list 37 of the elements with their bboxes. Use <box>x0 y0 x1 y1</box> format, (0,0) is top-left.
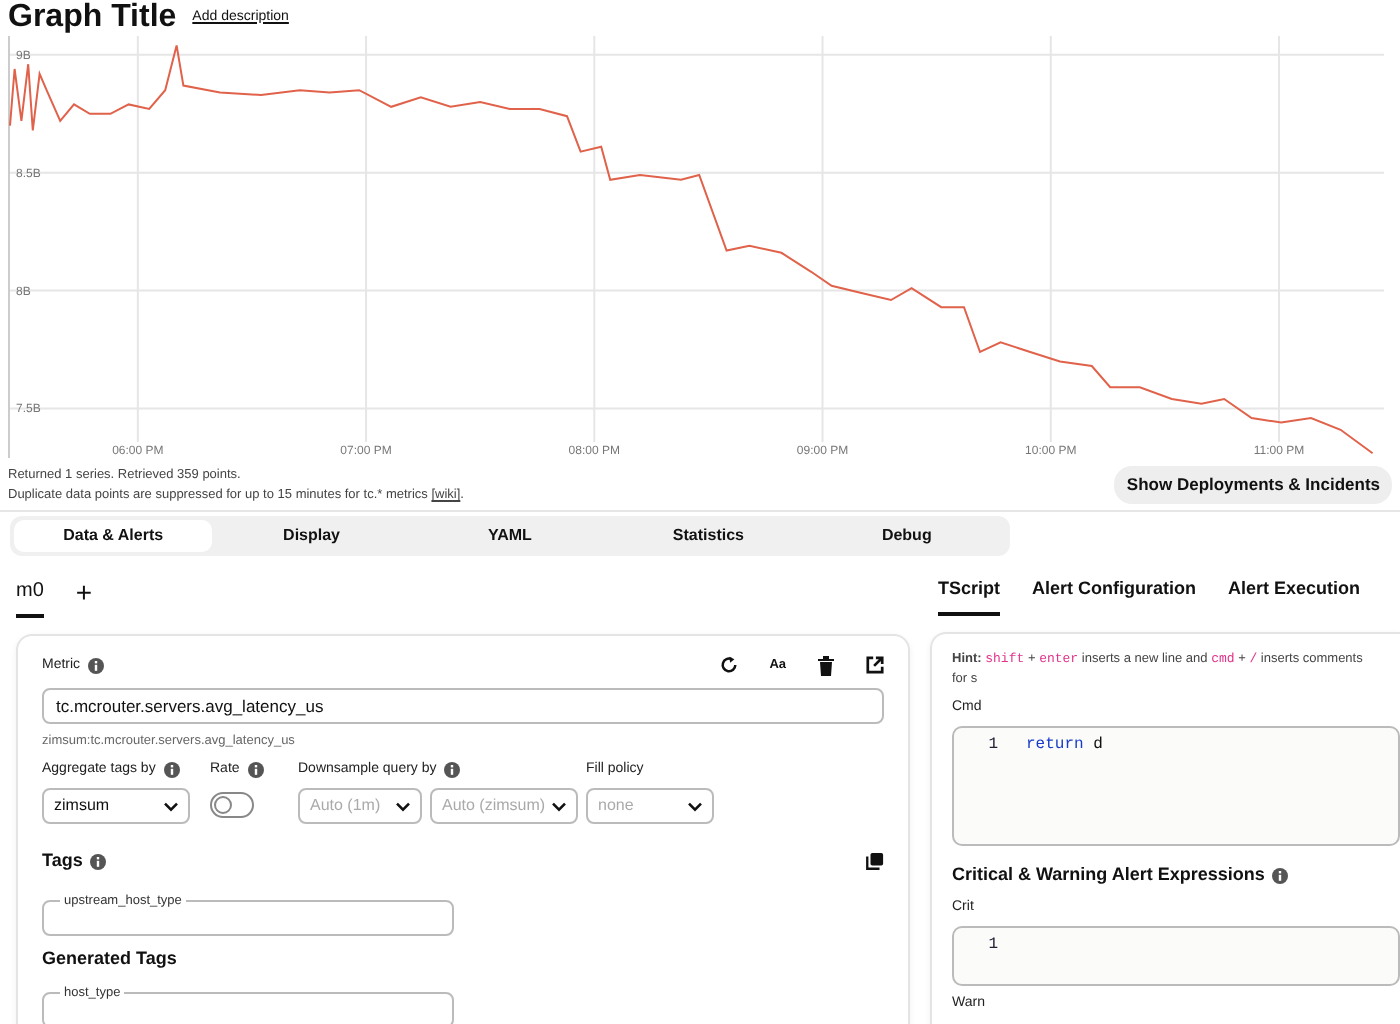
caret-icon <box>552 801 566 811</box>
info-icon[interactable] <box>90 853 107 870</box>
script-tab[interactable]: Alert Execution <box>1228 572 1361 615</box>
trash-icon[interactable] <box>818 655 834 676</box>
line-number: 1 <box>986 934 998 958</box>
alert-expressions-heading: Critical & Warning Alert Expressions <box>952 862 1265 888</box>
caret-icon <box>688 801 702 811</box>
script-tab[interactable]: Alert Configuration <box>1032 572 1197 615</box>
info-icon[interactable] <box>1272 867 1289 884</box>
code-line: return d <box>1026 736 1103 754</box>
tab[interactable]: Data & Alerts <box>14 520 213 552</box>
tab[interactable]: YAML <box>410 520 610 552</box>
line-number: 1 <box>986 734 998 758</box>
tags-heading: Tags <box>42 848 83 874</box>
cmd-editor[interactable]: 1 return d <box>952 726 1400 846</box>
query-tab[interactable]: m0 <box>16 572 44 618</box>
tab[interactable]: Statistics <box>609 520 808 552</box>
info-icon[interactable] <box>444 761 461 778</box>
metric-input[interactable]: tc.mcrouter.servers.avg_latency_us <box>42 687 884 723</box>
caret-icon <box>164 801 178 811</box>
copy-icon[interactable] <box>866 852 884 871</box>
external-link-icon[interactable] <box>866 656 884 675</box>
info-icon[interactable] <box>163 761 180 778</box>
info-icon[interactable] <box>247 761 264 778</box>
graph-title: Graph Title <box>8 0 177 36</box>
script-tab[interactable]: TScript <box>938 572 1001 615</box>
tab[interactable]: Debug <box>807 520 1006 552</box>
tab[interactable]: Display <box>212 520 411 552</box>
rate-toggle[interactable] <box>210 792 254 818</box>
crit-editor[interactable]: 1 <box>952 926 1400 986</box>
add-query-button[interactable]: + <box>75 575 93 615</box>
aggregate-select[interactable]: zimsum <box>42 788 190 824</box>
generated-tags-heading: Generated Tags <box>42 945 179 972</box>
caret-icon <box>396 801 410 811</box>
info-icon[interactable] <box>88 657 105 674</box>
refresh-icon[interactable] <box>719 656 738 675</box>
show-deployments-button[interactable]: Show Deployments & Incidents <box>1114 466 1392 504</box>
